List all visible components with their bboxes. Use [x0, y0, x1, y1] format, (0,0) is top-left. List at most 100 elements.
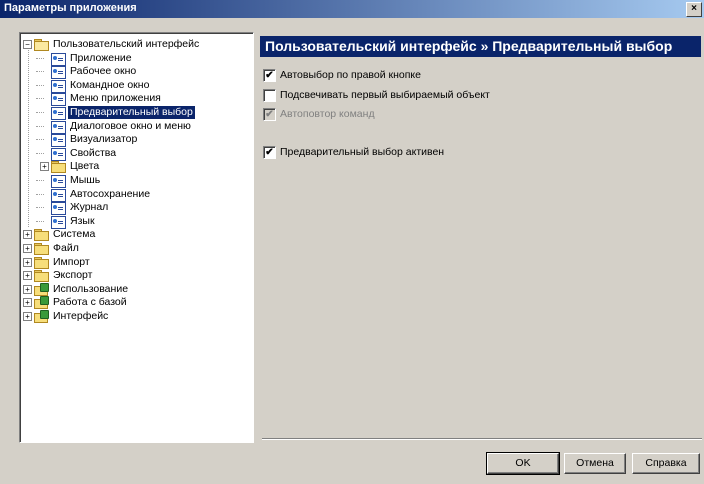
expand-icon[interactable]: +	[40, 162, 49, 172]
tree-item[interactable]: Приложение	[20, 51, 250, 66]
tree-item-label: Импорт	[53, 255, 90, 268]
tree-item[interactable]: Язык	[20, 214, 250, 229]
tree-item[interactable]: Предварительный выбор	[20, 106, 250, 120]
tree-connector	[36, 180, 44, 181]
section-title: Пользовательский интерфейс » Предварител…	[265, 38, 673, 54]
expand-icon[interactable]: +	[23, 271, 32, 281]
checkbox[interactable]	[263, 89, 276, 102]
tree-item[interactable]: + Цвета	[20, 160, 250, 174]
settings-page-icon	[51, 52, 66, 66]
tree-item-label: Интерфейс	[53, 310, 109, 322]
tree-item-label: Файл	[53, 242, 79, 254]
settings-page-icon	[51, 134, 66, 148]
expand-icon[interactable]: +	[23, 312, 32, 321]
tree-item[interactable]: Журнал	[20, 201, 250, 216]
tree-item-label: Пользовательский интерфейс	[53, 38, 200, 50]
tree-item-label: Меню приложения	[70, 92, 161, 105]
tree-connector	[36, 193, 44, 195]
settings-page-icon	[51, 175, 66, 188]
settings-page-icon	[51, 215, 66, 229]
tree-connector	[36, 125, 44, 127]
tree-item-label: Автосохранение	[70, 187, 151, 200]
tree-item-label: Диалоговое окно и меню	[70, 119, 191, 132]
tree-item[interactable]: Диалоговое окно и меню	[20, 119, 250, 134]
expand-icon[interactable]: +	[23, 298, 32, 308]
expand-icon[interactable]: +	[23, 230, 32, 240]
folder-icon	[34, 229, 49, 242]
expand-icon[interactable]: +	[23, 284, 32, 294]
tree-item-label: Свойства	[70, 146, 117, 159]
tree-item-label: Работа с базой	[53, 296, 127, 309]
tree-item[interactable]: + Использование	[20, 282, 250, 296]
section-header: Пользовательский интерфейс » Предварител…	[260, 36, 701, 57]
tree-connector	[36, 139, 44, 141]
checkbox: ✔	[263, 108, 276, 121]
tree-connector	[36, 152, 44, 154]
folder-icon	[34, 270, 49, 283]
settings-page-icon	[51, 93, 66, 107]
option-label: Подсвечивать первый выбираемый объект	[280, 89, 490, 101]
tree-connector	[36, 220, 44, 222]
tree-item[interactable]: + Файл	[20, 242, 250, 255]
tree-item[interactable]: + Экспорт	[20, 269, 250, 283]
tree-item[interactable]: + Работа с базой	[20, 296, 250, 310]
tree-connector	[36, 207, 44, 209]
tree-item[interactable]: Рабочее окно	[20, 65, 250, 80]
database-folder-icon	[34, 282, 49, 296]
tree-item-label: Мышь	[70, 174, 101, 186]
tree-item[interactable]: Меню приложения	[20, 92, 250, 107]
folder-icon	[34, 256, 49, 269]
checkbox[interactable]: ✔	[263, 146, 276, 159]
tree-item[interactable]: Командное окно	[20, 78, 250, 93]
tree-connector	[36, 112, 44, 113]
settings-page-icon	[51, 202, 66, 216]
tree-item[interactable]: + Импорт	[20, 256, 250, 269]
tree-item-label: Визуализатор	[70, 133, 138, 146]
settings-page-icon	[51, 107, 66, 120]
cancel-button[interactable]: Отмена	[564, 453, 626, 474]
option-label: Автоповтор команд	[280, 108, 375, 120]
option-label: Предварительный выбор активен	[280, 146, 445, 158]
tree-item[interactable]: + Система	[20, 228, 250, 242]
tree-item-label: Язык	[70, 214, 95, 227]
window-title: Параметры приложения	[4, 2, 137, 14]
tree-connector	[36, 57, 44, 59]
tree-item[interactable]: + Интерфейс	[20, 310, 250, 323]
settings-page-icon	[51, 66, 66, 80]
tree-connector	[36, 84, 44, 86]
database-folder-icon	[34, 296, 49, 310]
folder-open-icon	[34, 39, 49, 51]
tree-item-label: Предварительный выбор	[68, 106, 195, 119]
footer-divider	[262, 438, 702, 440]
tree-item-label: Использование	[53, 282, 129, 295]
tree-connector	[36, 71, 44, 73]
tree-item-label: Командное окно	[70, 78, 150, 91]
help-button[interactable]: Справка	[632, 453, 700, 474]
settings-page-icon	[51, 188, 66, 202]
close-button[interactable]: ×	[686, 2, 702, 17]
close-icon: ×	[691, 3, 697, 14]
folder-icon	[51, 161, 66, 174]
tree-item-label: Приложение	[70, 51, 132, 64]
ok-button[interactable]: OK	[486, 452, 560, 475]
collapse-icon[interactable]: −	[23, 40, 32, 49]
settings-page-icon	[51, 79, 66, 93]
tree-item-label: Экспорт	[53, 269, 93, 282]
database-folder-icon	[34, 310, 49, 323]
option-label: Автовыбор по правой кнопке	[280, 69, 421, 81]
tree-item[interactable]: Мышь	[20, 174, 250, 188]
tree-item[interactable]: Автосохранение	[20, 187, 250, 202]
settings-page-icon	[51, 147, 66, 161]
tree-item-label: Система	[53, 228, 96, 241]
settings-tree[interactable]: − Пользовательский интерфейс Приложение Раб…	[19, 32, 254, 443]
title-bar[interactable]: Параметры приложения ×	[0, 0, 704, 18]
tree-item-label: Рабочее окно	[70, 65, 137, 78]
expand-icon[interactable]: +	[23, 257, 32, 267]
tree-item-label: Журнал	[70, 201, 109, 214]
tree-item[interactable]: − Пользовательский интерфейс	[20, 38, 250, 51]
expand-icon[interactable]: +	[23, 244, 32, 253]
tree-connector	[28, 50, 29, 227]
tree-item[interactable]: Визуализатор	[20, 133, 250, 148]
checkbox[interactable]: ✔	[263, 69, 276, 82]
tree-item[interactable]: Свойства	[20, 146, 250, 161]
